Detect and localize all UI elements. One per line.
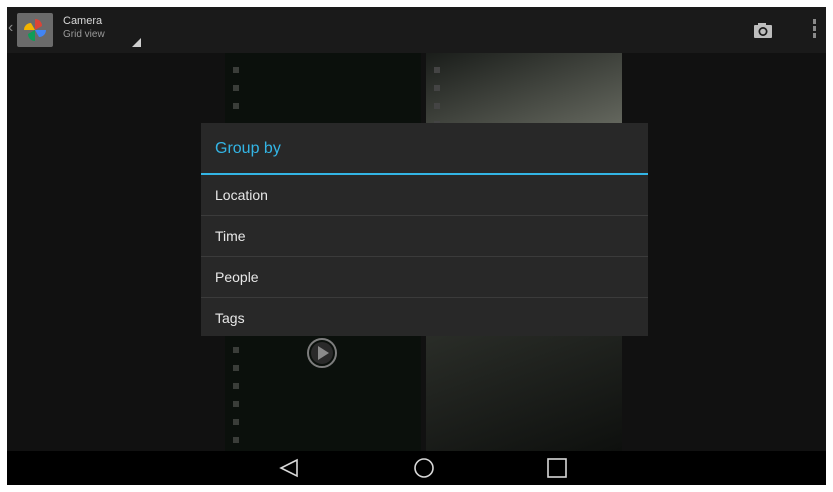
action-bar: ‹ Camera Grid view bbox=[7, 7, 826, 53]
play-icon[interactable] bbox=[305, 336, 339, 370]
option-location[interactable]: Location bbox=[201, 175, 648, 216]
group-by-dialog: Group by Location Time People Tags bbox=[201, 123, 648, 336]
camera-icon[interactable] bbox=[747, 20, 779, 42]
photos-pinwheel-icon[interactable] bbox=[17, 13, 53, 47]
back-icon[interactable] bbox=[277, 457, 301, 479]
dialog-title: Group by bbox=[201, 123, 648, 175]
navigation-bar bbox=[7, 451, 826, 485]
chevron-left-icon[interactable]: ‹ bbox=[8, 19, 13, 37]
overflow-menu-icon[interactable] bbox=[809, 19, 819, 43]
option-people[interactable]: People bbox=[201, 257, 648, 298]
spinner-indicator-icon bbox=[132, 38, 141, 47]
device-screen: ‹ Camera Grid view Group by Location Tim… bbox=[7, 7, 826, 485]
view-mode-label: Grid view bbox=[63, 29, 105, 40]
app-title: Camera bbox=[63, 15, 103, 27]
option-tags[interactable]: Tags bbox=[201, 298, 648, 338]
title-spinner[interactable]: Camera Grid view bbox=[63, 15, 105, 41]
recent-apps-icon[interactable] bbox=[545, 457, 569, 479]
option-time[interactable]: Time bbox=[201, 216, 648, 257]
home-icon[interactable] bbox=[412, 457, 436, 479]
